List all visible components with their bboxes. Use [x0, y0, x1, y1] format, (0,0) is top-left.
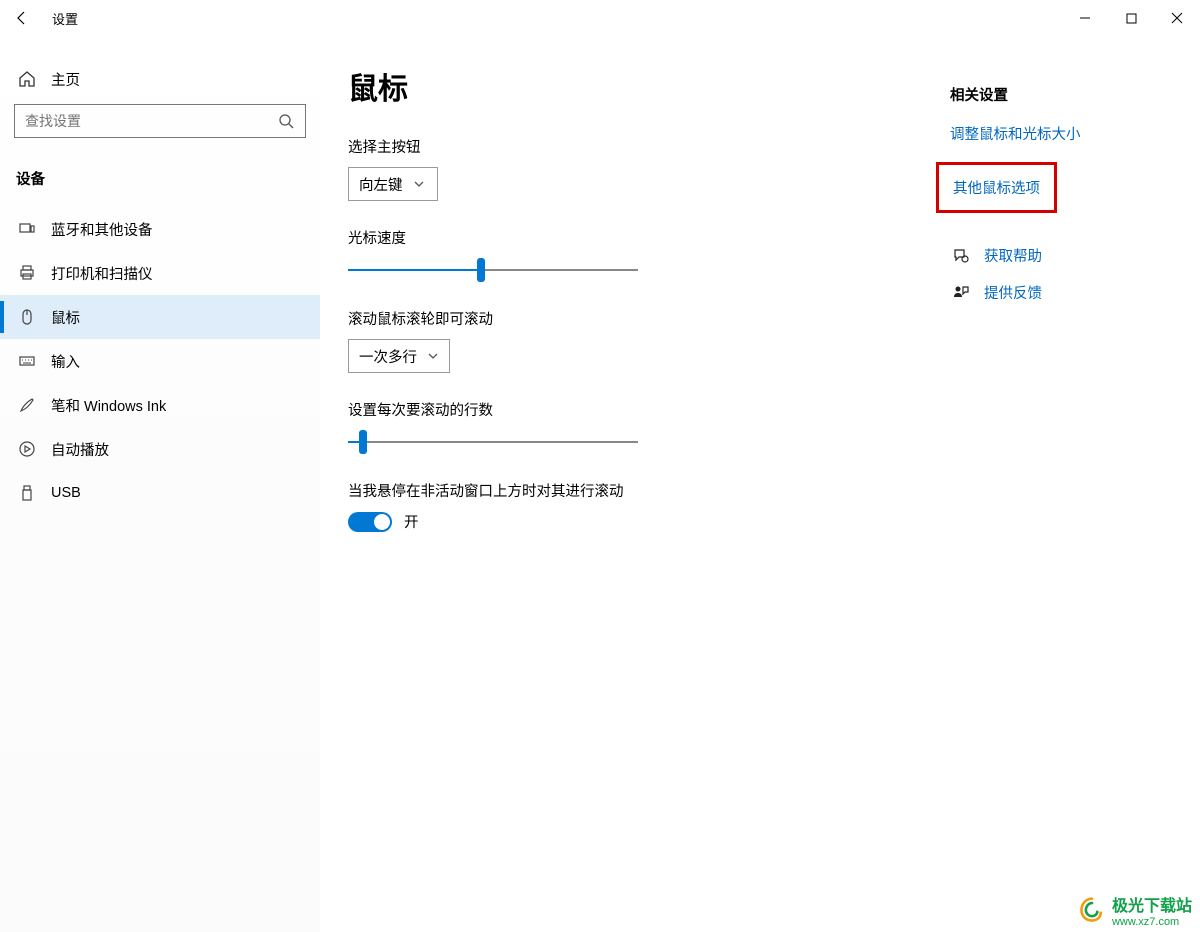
sidebar-item-mouse[interactable]: 鼠标	[0, 295, 320, 339]
content-main: 鼠标 选择主按钮 向左键 光标速度 滚动鼠标滚轮	[348, 64, 908, 932]
sidebar-item-label: 蓝牙和其他设备	[51, 219, 153, 240]
slider-fill	[348, 269, 481, 271]
devices-icon	[16, 220, 38, 238]
chevron-down-icon	[413, 178, 425, 190]
search-input[interactable]	[25, 113, 277, 129]
minimize-icon	[1079, 12, 1091, 24]
close-button[interactable]	[1154, 0, 1200, 36]
inactive-scroll-state-text: 开	[404, 511, 419, 532]
help-link-text: 获取帮助	[984, 245, 1042, 266]
toggle-knob	[374, 514, 390, 530]
chevron-down-icon	[427, 350, 439, 362]
help-link[interactable]: 获取帮助	[950, 245, 1170, 266]
sidebar-item-label: 输入	[51, 351, 80, 372]
lines-per-scroll-slider[interactable]	[348, 430, 638, 454]
feedback-icon	[950, 284, 972, 302]
maximize-button[interactable]	[1108, 0, 1154, 36]
sidebar-item-label: 自动播放	[51, 439, 109, 460]
mouse-icon	[16, 308, 38, 326]
pen-icon	[16, 396, 38, 414]
window-title: 设置	[52, 9, 78, 28]
back-button[interactable]	[0, 0, 44, 36]
help-icon	[950, 247, 972, 265]
sidebar-item-bluetooth[interactable]: 蓝牙和其他设备	[0, 207, 320, 251]
sidebar: 主页 设备 蓝牙和其他设备 打印机和扫描仪 鼠标	[0, 36, 320, 932]
scroll-mode-value: 一次多行	[359, 346, 417, 367]
sidebar-item-pen[interactable]: 笔和 Windows Ink	[0, 383, 320, 427]
sidebar-section-title: 设备	[0, 168, 320, 189]
related-link-cursor-size[interactable]: 调整鼠标和光标大小	[950, 123, 1170, 144]
home-label: 主页	[51, 69, 80, 90]
inactive-scroll-toggle-row: 开	[348, 511, 908, 532]
page-title: 鼠标	[348, 64, 908, 108]
related-settings-panel: 相关设置 调整鼠标和光标大小 其他鼠标选项 获取帮助 提供反馈	[950, 64, 1200, 932]
home-icon	[16, 70, 38, 88]
slider-thumb[interactable]	[477, 258, 485, 282]
related-link-other-mouse-options[interactable]: 其他鼠标选项	[936, 162, 1057, 213]
watermark-icon	[1078, 896, 1106, 924]
inactive-scroll-toggle[interactable]	[348, 512, 392, 532]
cursor-speed-slider[interactable]	[348, 258, 638, 282]
primary-button-value: 向左键	[359, 174, 403, 195]
sidebar-item-label: 笔和 Windows Ink	[51, 395, 166, 416]
keyboard-icon	[16, 352, 38, 370]
search-icon	[277, 112, 295, 130]
lines-per-scroll-setting: 设置每次要滚动的行数	[348, 399, 908, 454]
search-box[interactable]	[14, 104, 306, 138]
sidebar-item-label: USB	[51, 485, 81, 501]
printer-icon	[16, 264, 38, 282]
usb-icon	[16, 484, 38, 502]
scroll-mode-label: 滚动鼠标滚轮即可滚动	[348, 308, 908, 329]
feedback-link-text: 提供反馈	[984, 282, 1042, 303]
sidebar-item-label: 鼠标	[51, 307, 80, 328]
title-bar: 设置	[0, 0, 1200, 36]
autoplay-icon	[16, 440, 38, 458]
arrow-left-icon	[14, 10, 30, 26]
window-controls	[1062, 0, 1200, 36]
primary-button-combo[interactable]: 向左键	[348, 167, 438, 201]
content-area: 鼠标 选择主按钮 向左键 光标速度 滚动鼠标滚轮	[320, 36, 1200, 932]
scroll-mode-setting: 滚动鼠标滚轮即可滚动 一次多行	[348, 308, 908, 373]
watermark-brand: 极光下载站	[1112, 892, 1192, 916]
primary-button-setting: 选择主按钮 向左键	[348, 136, 908, 201]
cursor-speed-setting: 光标速度	[348, 227, 908, 282]
slider-track	[348, 441, 638, 443]
home-link[interactable]: 主页	[0, 60, 320, 98]
inactive-scroll-label: 当我悬停在非活动窗口上方时对其进行滚动	[348, 480, 908, 501]
slider-thumb[interactable]	[359, 430, 367, 454]
scroll-mode-combo[interactable]: 一次多行	[348, 339, 450, 373]
feedback-link[interactable]: 提供反馈	[950, 282, 1170, 303]
watermark-url: www.xz7.com	[1112, 916, 1192, 928]
primary-button-label: 选择主按钮	[348, 136, 908, 157]
related-heading: 相关设置	[950, 84, 1170, 105]
app-body: 主页 设备 蓝牙和其他设备 打印机和扫描仪 鼠标	[0, 36, 1200, 932]
minimize-button[interactable]	[1062, 0, 1108, 36]
close-icon	[1171, 12, 1183, 24]
sidebar-item-label: 打印机和扫描仪	[51, 263, 153, 284]
inactive-scroll-setting: 当我悬停在非活动窗口上方时对其进行滚动 开	[348, 480, 908, 532]
sidebar-item-usb[interactable]: USB	[0, 471, 320, 515]
sidebar-item-typing[interactable]: 输入	[0, 339, 320, 383]
watermark: 极光下载站 www.xz7.com	[1078, 892, 1192, 928]
sidebar-item-printers[interactable]: 打印机和扫描仪	[0, 251, 320, 295]
sidebar-item-autoplay[interactable]: 自动播放	[0, 427, 320, 471]
maximize-icon	[1126, 13, 1137, 24]
lines-per-scroll-label: 设置每次要滚动的行数	[348, 399, 908, 420]
cursor-speed-label: 光标速度	[348, 227, 908, 248]
